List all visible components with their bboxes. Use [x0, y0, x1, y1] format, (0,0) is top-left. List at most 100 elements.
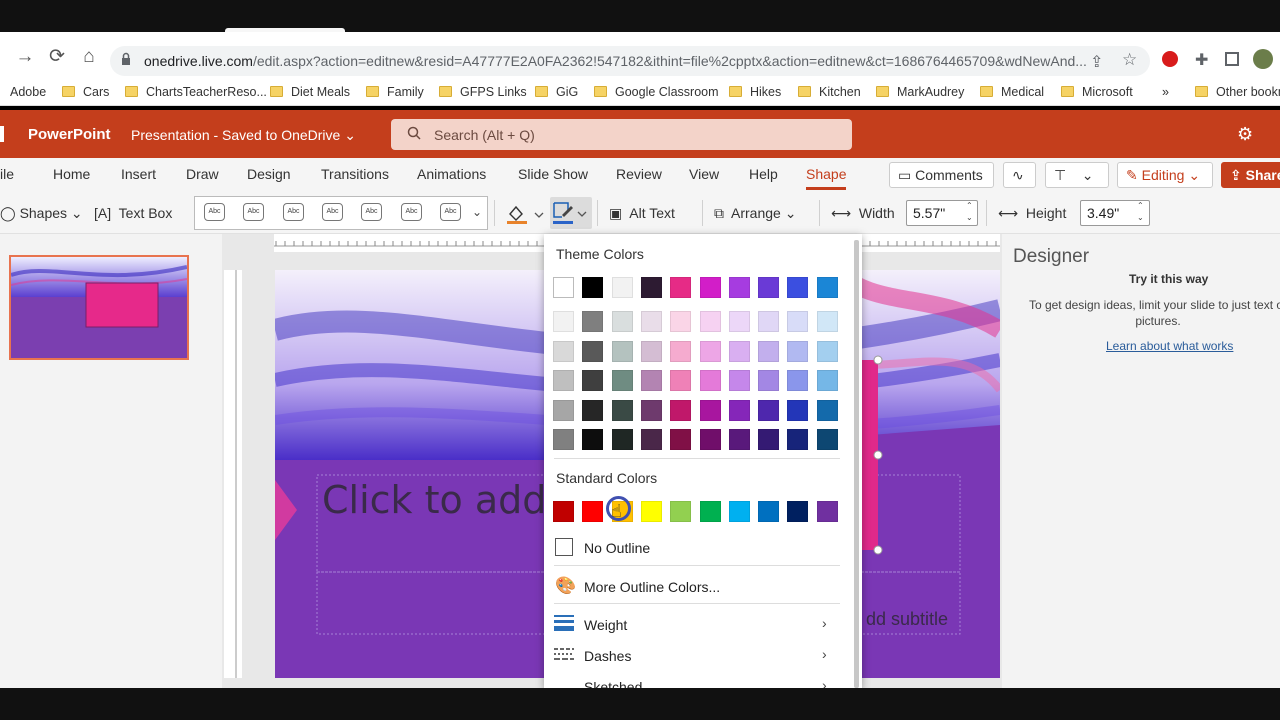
menu-scrollbar[interactable] [854, 240, 859, 688]
theme-shade-swatch[interactable] [699, 429, 721, 450]
bookmark-item[interactable]: MarkAudrey [876, 85, 964, 99]
theme-shade-swatch[interactable] [728, 429, 750, 450]
theme-shade-swatch[interactable] [670, 399, 692, 421]
bookmark-item[interactable]: Google Classroom [594, 85, 719, 99]
standard-color-swatch[interactable] [758, 501, 780, 522]
theme-shade-swatch[interactable] [553, 340, 574, 362]
theme-color-swatch[interactable] [728, 277, 750, 298]
theme-color-swatch[interactable] [553, 277, 574, 298]
subtitle-placeholder[interactable]: dd subtitle [866, 609, 948, 630]
theme-shade-swatch[interactable] [758, 429, 780, 450]
tab-draw[interactable]: Draw [186, 166, 219, 182]
tab-shape[interactable]: Shape [806, 166, 846, 182]
theme-color-swatch[interactable] [582, 277, 604, 298]
theme-shade-swatch[interactable] [699, 340, 721, 362]
theme-shade-swatch[interactable] [670, 311, 692, 332]
standard-color-swatch[interactable] [670, 501, 692, 522]
standard-color-swatch[interactable] [582, 501, 604, 522]
theme-shade-swatch[interactable] [640, 311, 662, 332]
bookmark-item[interactable]: Microsoft [1061, 85, 1133, 99]
title-placeholder[interactable]: Click to add [322, 478, 546, 522]
theme-shade-swatch[interactable] [582, 370, 604, 391]
no-outline-option[interactable]: No Outline [584, 540, 650, 556]
theme-shade-swatch[interactable] [611, 399, 633, 421]
bookmark-item[interactable]: Adobe [10, 85, 46, 99]
bookmark-item[interactable]: Family [366, 85, 424, 99]
theme-color-swatch[interactable] [787, 277, 809, 298]
bookmarks-overflow[interactable]: » [1162, 85, 1169, 99]
tab-view[interactable]: View [689, 166, 719, 182]
theme-color-swatch[interactable] [758, 277, 780, 298]
theme-shade-swatch[interactable] [758, 340, 780, 362]
share-button[interactable]: ⇪ Share [1221, 162, 1280, 188]
bookmark-item[interactable]: Cars [62, 85, 109, 99]
theme-shade-swatch[interactable] [816, 429, 838, 450]
theme-shade-swatch[interactable] [670, 429, 692, 450]
theme-shade-swatch[interactable] [553, 429, 574, 450]
tab-animations[interactable]: Animations [417, 166, 486, 182]
present-button[interactable]: ⊤ ⌄ [1045, 162, 1109, 188]
theme-shade-swatch[interactable] [582, 399, 604, 421]
theme-shade-swatch[interactable] [640, 370, 662, 391]
bookmark-item[interactable]: GFPS Links [439, 85, 527, 99]
theme-shade-swatch[interactable] [611, 340, 633, 362]
bookmark-item[interactable]: Kitchen [798, 85, 861, 99]
tab-design[interactable]: Design [247, 166, 291, 182]
weight-option[interactable]: Weight [584, 617, 627, 633]
theme-shade-swatch[interactable] [816, 340, 838, 362]
tab-home[interactable]: Home [53, 166, 90, 182]
standard-color-swatch[interactable] [728, 501, 750, 522]
arrange-button[interactable]: ⧉ Arrange ⌄ [714, 205, 796, 222]
theme-shade-swatch[interactable] [728, 311, 750, 332]
theme-shade-swatch[interactable] [728, 340, 750, 362]
extension-icon[interactable] [1162, 51, 1178, 67]
theme-shade-swatch[interactable] [640, 429, 662, 450]
tab-insert[interactable]: Insert [121, 166, 156, 182]
theme-color-swatch[interactable] [670, 277, 692, 298]
shape-style[interactable]: Abc [283, 203, 304, 221]
theme-shade-swatch[interactable] [816, 311, 838, 332]
editing-button[interactable]: ✎ Editing ⌄ [1117, 162, 1213, 188]
shape-style[interactable]: Abc [361, 203, 382, 221]
avatar[interactable] [1253, 49, 1273, 69]
shape-style[interactable]: Abc [243, 203, 264, 221]
theme-shade-swatch[interactable] [787, 429, 809, 450]
gear-icon[interactable]: ⚙ [1237, 124, 1253, 145]
theme-shade-swatch[interactable] [699, 311, 721, 332]
alt-text-button[interactable]: ▣ Alt Text [609, 205, 675, 222]
theme-shade-swatch[interactable] [728, 370, 750, 391]
comments-button[interactable]: ▭ Comments [889, 162, 994, 188]
shape-style[interactable]: Abc [440, 203, 461, 221]
tab-slideshow[interactable]: Slide Show [518, 166, 588, 182]
theme-shade-swatch[interactable] [758, 370, 780, 391]
tab-review[interactable]: Review [616, 166, 662, 182]
document-title[interactable]: Presentation - Saved to OneDrive ⌄ [131, 127, 356, 144]
theme-shade-swatch[interactable] [699, 399, 721, 421]
gallery-expand-icon[interactable]: ⌄ [472, 205, 482, 219]
theme-color-swatch[interactable] [699, 277, 721, 298]
theme-shade-swatch[interactable] [728, 399, 750, 421]
theme-shade-swatch[interactable] [611, 311, 633, 332]
forward-icon[interactable]: → [12, 44, 38, 70]
theme-shade-swatch[interactable] [758, 311, 780, 332]
bookmark-item[interactable]: Diet Meals [270, 85, 350, 99]
theme-shade-swatch[interactable] [816, 399, 838, 421]
theme-shade-swatch[interactable] [670, 340, 692, 362]
height-spinner[interactable]: ⌃ ⌄ [1137, 200, 1144, 224]
sidepanel-icon[interactable] [1225, 52, 1239, 66]
theme-shade-swatch[interactable] [670, 370, 692, 391]
learn-more-link[interactable]: Learn about what works [1106, 339, 1233, 353]
bookmark-item[interactable]: Hikes [729, 85, 781, 99]
tab-help[interactable]: Help [749, 166, 778, 182]
app-launcher-icon[interactable] [0, 126, 4, 142]
app-name[interactable]: PowerPoint [28, 126, 111, 143]
puzzle-icon[interactable]: ✚ [1195, 50, 1208, 70]
theme-shade-swatch[interactable] [640, 340, 662, 362]
catchup-icon[interactable]: ∿ [1003, 162, 1036, 188]
bookmark-item[interactable]: GiG [535, 85, 578, 99]
bookmark-item[interactable]: ChartsTeacherReso... [125, 85, 267, 99]
theme-shade-swatch[interactable] [640, 399, 662, 421]
theme-color-swatch[interactable] [816, 277, 838, 298]
star-icon[interactable]: ☆ [1122, 50, 1137, 70]
more-outline-colors-option[interactable]: More Outline Colors... [584, 579, 720, 595]
